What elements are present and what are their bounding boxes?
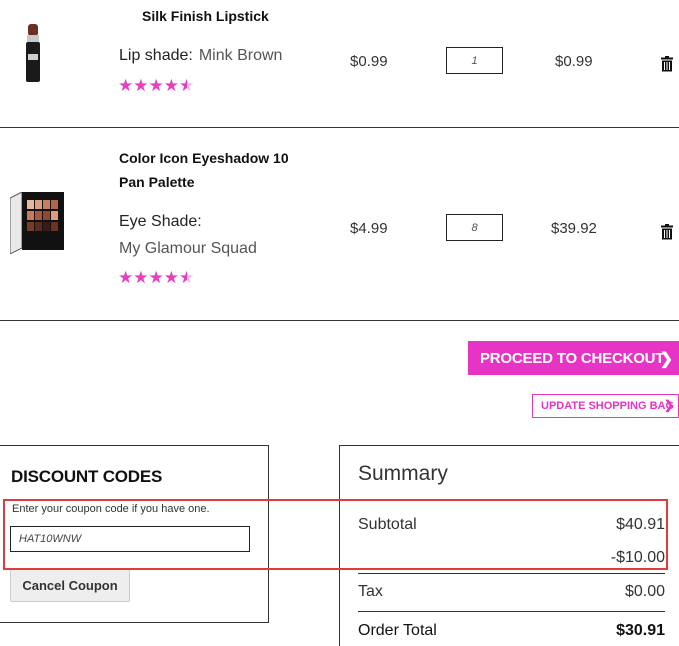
trash-icon[interactable] bbox=[660, 224, 674, 240]
order-total-label: Order Total bbox=[358, 622, 437, 639]
chevron-right-icon: ❯ bbox=[663, 398, 674, 412]
eye-shade-value: My Glamour Squad bbox=[119, 240, 257, 257]
tax-label: Tax bbox=[358, 583, 383, 600]
rating-stars: ★★★★★ bbox=[118, 268, 195, 287]
update-label: UPDATE SHOPPING BAG bbox=[541, 400, 675, 412]
product-name-line2: Pan Palette bbox=[119, 174, 195, 190]
quantity-input[interactable]: 8 bbox=[446, 214, 503, 241]
summary-divider bbox=[358, 611, 665, 612]
attr-value: Mink Brown bbox=[198, 47, 283, 64]
cancel-coupon-button[interactable]: Cancel Coupon bbox=[10, 569, 130, 602]
tax-value: $0.00 bbox=[624, 583, 665, 600]
attr-label: Lip shade: bbox=[119, 47, 193, 64]
order-total-value: $30.91 bbox=[616, 622, 665, 639]
eye-shade-label: Eye Shade: bbox=[119, 213, 202, 230]
line-subtotal: $0.99 bbox=[555, 53, 593, 70]
cart-row-lipstick: Silk Finish Lipstick Lip shade: Mink Brow… bbox=[0, 0, 679, 128]
rating-stars: ★★★★★ bbox=[118, 76, 195, 95]
product-name[interactable]: Color Icon Eyeshadow 10 Pan Palette bbox=[119, 146, 289, 194]
proceed-to-checkout-button[interactable]: PROCEED TO CHECKOUT ❯ bbox=[468, 341, 679, 375]
order-total-line: Order Total $30.91 bbox=[358, 622, 665, 640]
product-name[interactable]: Silk Finish Lipstick bbox=[142, 4, 269, 28]
unit-price: $4.99 bbox=[350, 220, 388, 237]
highlight-box bbox=[3, 499, 668, 570]
trash-icon[interactable] bbox=[660, 56, 674, 72]
summary-title: Summary bbox=[358, 462, 448, 485]
discount-title: DISCOUNT CODES bbox=[11, 467, 163, 486]
chevron-right-icon: ❯ bbox=[659, 351, 673, 368]
tax-line: Tax $0.00 bbox=[358, 583, 665, 601]
summary-divider bbox=[358, 573, 665, 574]
eyeshadow-palette-thumbnail[interactable] bbox=[10, 192, 64, 254]
lipstick-thumbnail[interactable] bbox=[24, 24, 42, 84]
update-shopping-bag-button[interactable]: UPDATE SHOPPING BAG ❯ bbox=[532, 394, 679, 418]
quantity-input[interactable]: 1 bbox=[446, 47, 503, 74]
checkout-label: PROCEED TO CHECKOUT bbox=[480, 349, 665, 367]
lip-shade-attribute: Lip shade: Mink Brown bbox=[119, 47, 282, 65]
product-name-line1: Color Icon Eyeshadow 10 bbox=[119, 150, 289, 166]
unit-price: $0.99 bbox=[350, 53, 388, 70]
line-subtotal: $39.92 bbox=[551, 220, 597, 237]
cart-row-eyeshadow: Color Icon Eyeshadow 10 Pan Palette Eye … bbox=[0, 128, 679, 321]
